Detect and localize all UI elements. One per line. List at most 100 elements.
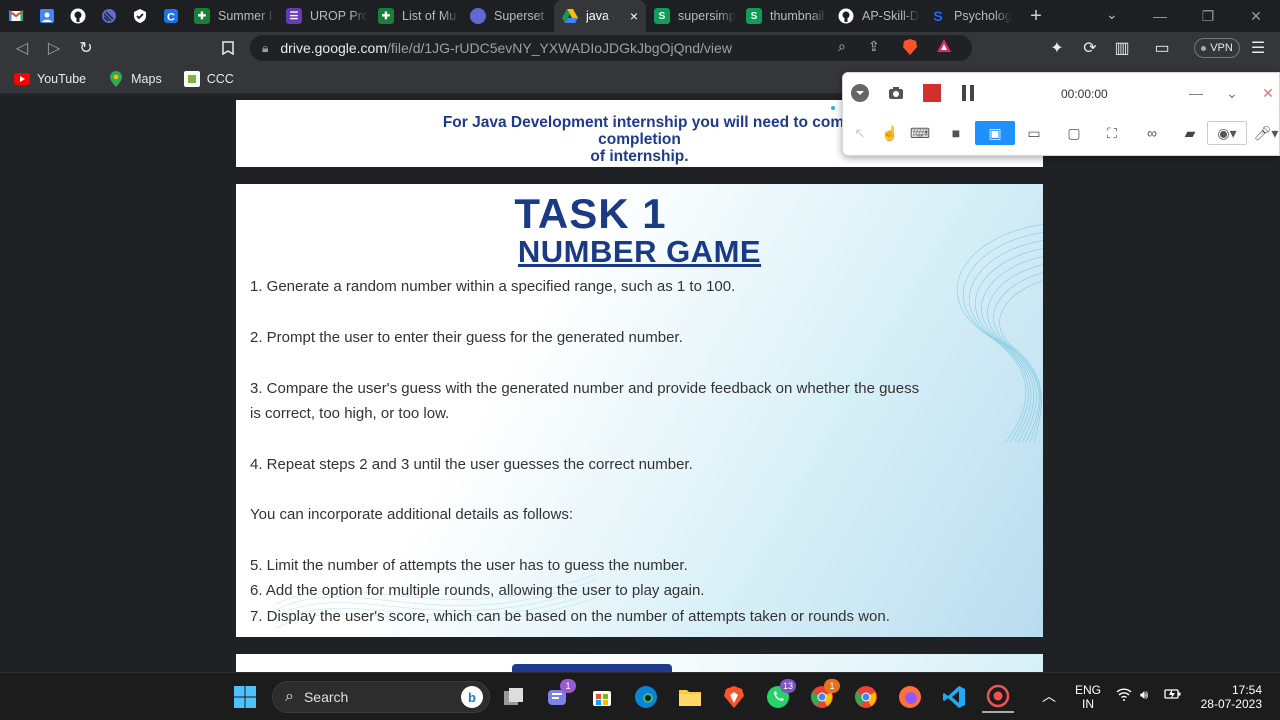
vpn-button[interactable]: VPN (1194, 38, 1240, 58)
maximize-icon[interactable]: ❐ (1184, 0, 1232, 32)
cursor-icon[interactable]: ↖ (847, 121, 873, 145)
vpn-label: VPN (1210, 42, 1233, 54)
show-hidden-icons-chevron-icon[interactable]: ︿ (1042, 686, 1056, 706)
taskbar-firefox[interactable] (894, 681, 926, 713)
taskbar-search[interactable]: ⌕ Search b (272, 681, 490, 713)
taskbar-chrome-profile[interactable]: 1 (806, 679, 840, 713)
folder-icon[interactable]: ▰ (1177, 121, 1203, 145)
sidebar-icon[interactable]: ▥ (1106, 32, 1138, 64)
reload-icon[interactable]: ↻ (70, 32, 102, 64)
s-logo-icon: S (933, 8, 943, 24)
taskbar-recorder[interactable] (982, 681, 1014, 713)
chrome-badge: 1 (824, 679, 840, 693)
c-icon: C (163, 9, 178, 24)
minimize-icon[interactable]: — (1136, 0, 1184, 32)
bookmark-icon[interactable] (212, 32, 244, 64)
volume-icon[interactable]: 🔊︎ (1140, 687, 1148, 703)
bookmark-maps[interactable]: Maps (108, 70, 162, 87)
gmail-icon (7, 10, 24, 21)
bookmark-label: Maps (131, 71, 162, 86)
menu-icon[interactable]: ☰ (1242, 32, 1274, 64)
tab-superset[interactable]: Superset (462, 0, 554, 32)
taskbar-vscode[interactable] (938, 681, 970, 713)
s-icon: S (654, 8, 670, 24)
pinned-tab-check[interactable] (124, 0, 155, 32)
pinned-tab-linear[interactable] (93, 0, 124, 32)
tab-java-active[interactable]: java d × (554, 0, 646, 32)
step-item: 1. Generate a random number within a spe… (250, 278, 736, 295)
taskbar-teams[interactable]: 1 (542, 679, 576, 713)
teams-badge: 1 (560, 679, 576, 693)
brave-shield-icon[interactable] (902, 38, 918, 59)
task-view-button[interactable] (498, 681, 530, 713)
address-bar[interactable]: 🔒︎ drive.google.com/file/d/1JG-rUDC5evNY… (250, 35, 972, 61)
drive-icon (562, 8, 578, 24)
window-icon[interactable]: ▢ (1061, 121, 1087, 145)
url-path: /file/d/1JG-rUDC5evNY_YXWADIoJDGkJbgOjQn… (387, 40, 732, 56)
forward-icon[interactable]: ▷ (38, 32, 70, 64)
window-controls: — ❐ ✕ (1136, 0, 1280, 32)
taskbar-brave[interactable] (718, 681, 750, 713)
pdf-viewer[interactable]: For Java Development internship you will… (0, 94, 1280, 672)
recording-timer: 00:00:00 (1061, 87, 1108, 101)
link-icon[interactable]: ∞ (1139, 121, 1165, 145)
pause-icon[interactable] (955, 81, 981, 105)
monitor-icon[interactable]: ▭ (1021, 121, 1047, 145)
bookmark-ccc[interactable]: CCC (183, 70, 234, 87)
close-window-icon[interactable]: ✕ (1232, 0, 1280, 32)
microphone-dropdown-icon[interactable]: 🎤︎▾ (1251, 121, 1280, 145)
tab-urop[interactable]: ☰ UROP Pro (278, 0, 370, 32)
edge-icon (635, 686, 657, 708)
tab-thumbnail[interactable]: Sthumbnail (738, 0, 830, 32)
taskbar-store[interactable] (586, 681, 618, 713)
wifi-icon[interactable] (1116, 688, 1132, 704)
pinned-tab-gmail[interactable] (0, 0, 31, 32)
webcam-dropdown-icon[interactable]: ◉▾ (1207, 121, 1247, 145)
tab-ap-skill[interactable]: AP-Skill-D (830, 0, 922, 32)
system-clock[interactable]: 17:54 28-07-2023 (1196, 683, 1262, 711)
minimize-recorder-icon[interactable]: — (1183, 81, 1209, 105)
fullscreen-icon[interactable]: ⛶ (1099, 121, 1125, 145)
tab-psychology[interactable]: S Psycholog (922, 0, 1014, 32)
input-language-indicator[interactable]: ENG IN (1075, 683, 1101, 711)
pinned-tab-c[interactable]: C (155, 0, 186, 32)
tab-summer[interactable]: ✚ Summer I (186, 0, 278, 32)
search-icon: ⌕ (285, 688, 294, 705)
windows-taskbar: ⌕ Search b 1 13 1 ︿ ENG IN 🔊︎ 17:54 28-0… (0, 672, 1280, 720)
battery-icon[interactable] (1164, 687, 1182, 704)
sync-icon[interactable]: ⟳ (1074, 32, 1106, 64)
tab-search-chevron-icon[interactable]: ⌄ (1106, 6, 1118, 23)
video-icon[interactable]: ■ (943, 121, 969, 145)
collapse-icon[interactable] (848, 82, 872, 104)
taskbar-chrome[interactable] (850, 681, 882, 713)
taskbar-edge[interactable] (630, 681, 662, 713)
extensions-icon[interactable]: ✦ (1041, 32, 1073, 64)
new-tab-button[interactable]: + (1020, 5, 1052, 28)
taskbar-whatsapp[interactable]: 13 (762, 679, 796, 713)
tab-label: thumbnail (770, 9, 825, 23)
back-icon[interactable]: ◁ (6, 32, 38, 64)
lock-icon[interactable]: 🔒︎ (262, 41, 268, 56)
close-recorder-icon[interactable]: ✕ (1255, 81, 1280, 105)
tab-list[interactable]: ✚ List of Mu (370, 0, 462, 32)
start-button[interactable] (229, 681, 261, 713)
bookmark-youtube[interactable]: YouTube (14, 71, 86, 87)
screen-capture-icon[interactable]: ▣ (975, 121, 1015, 145)
taskbar-explorer[interactable] (674, 681, 706, 713)
keyboard-icon[interactable]: ⌨ (907, 121, 933, 145)
wallet-icon[interactable]: ▭ (1146, 32, 1178, 64)
pinned-tab-github[interactable] (62, 0, 93, 32)
hand-icon[interactable]: ☝ (877, 121, 903, 145)
tab-supersimp[interactable]: Ssupersimp (646, 0, 738, 32)
camera-icon[interactable] (883, 81, 909, 105)
close-tab-icon[interactable]: × (630, 8, 638, 24)
share-icon[interactable]: ⇪ (868, 38, 880, 55)
double-chevron-down-icon[interactable]: ⌄ (1219, 81, 1245, 105)
chrome-icon (855, 686, 877, 708)
brave-rewards-icon[interactable] (936, 38, 952, 57)
tab-label: UROP Pro (310, 9, 368, 23)
linear-icon (470, 8, 486, 24)
stop-record-icon[interactable] (919, 81, 945, 105)
zoom-icon[interactable]: ⌕ (838, 38, 846, 55)
pinned-tab-photos[interactable] (31, 0, 62, 32)
